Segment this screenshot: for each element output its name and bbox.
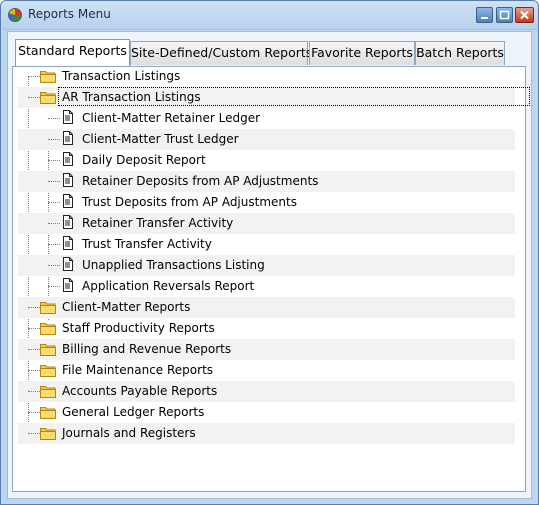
maximize-icon bbox=[499, 10, 510, 20]
tree-item-label: Client-Matter Retainer Ledger bbox=[82, 111, 261, 125]
folder-icon bbox=[40, 321, 56, 338]
tree-folder-item[interactable]: File Maintenance Reports bbox=[18, 360, 515, 381]
tree-folder-item[interactable]: Journals and Registers bbox=[18, 423, 515, 444]
tree-report-item[interactable]: Daily Deposit Report bbox=[18, 150, 515, 171]
tree-item-label: Accounts Payable Reports bbox=[62, 384, 218, 398]
tree-item-label: Retainer Deposits from AP Adjustments bbox=[82, 174, 319, 188]
tree-report-item[interactable]: Client-Matter Retainer Ledger bbox=[18, 108, 515, 129]
report-document-icon bbox=[62, 257, 74, 274]
close-icon bbox=[520, 10, 529, 20]
maximize-button[interactable] bbox=[496, 7, 513, 23]
folder-icon bbox=[40, 363, 56, 380]
tree-item-label: Billing and Revenue Reports bbox=[62, 342, 232, 356]
report-tree[interactable]: Transaction Listings AR Transaction Listi… bbox=[18, 66, 530, 446]
tree-folder-item[interactable]: Accounts Payable Reports bbox=[18, 381, 515, 402]
window-title: Reports Menu bbox=[28, 7, 111, 21]
tree-item-label: Journals and Registers bbox=[62, 426, 196, 440]
title-bar[interactable]: Reports Menu bbox=[1, 1, 538, 30]
tree-report-item[interactable]: Retainer Transfer Activity bbox=[18, 213, 515, 234]
report-document-icon bbox=[62, 215, 74, 232]
tree-item-label: Unapplied Transactions Listing bbox=[82, 258, 265, 272]
tree-folder-item[interactable]: AR Transaction Listings bbox=[18, 87, 530, 108]
client-area: Standard Reports Site-Defined/Custom Rep… bbox=[7, 31, 532, 499]
tree-item-label: Trust Deposits from AP Adjustments bbox=[82, 195, 297, 209]
minimize-icon bbox=[481, 17, 488, 19]
tab-favorite-reports[interactable]: Favorite Reports bbox=[309, 41, 415, 65]
folder-icon bbox=[40, 405, 56, 422]
tab-site-defined-custom-reports[interactable]: Site-Defined/Custom Reports bbox=[130, 41, 312, 65]
folder-icon bbox=[40, 426, 56, 443]
tree-item-label: Client-Matter Reports bbox=[62, 300, 191, 314]
report-document-icon bbox=[62, 173, 74, 190]
tree-report-item[interactable]: Trust Transfer Activity bbox=[18, 234, 515, 255]
tree-item-label: File Maintenance Reports bbox=[62, 363, 214, 377]
report-document-icon bbox=[62, 278, 74, 295]
folder-icon bbox=[40, 69, 56, 86]
close-button[interactable] bbox=[515, 7, 534, 23]
tree-folder-item[interactable]: General Ledger Reports bbox=[18, 402, 515, 423]
tab-batch-reports[interactable]: Batch Reports bbox=[415, 41, 505, 65]
folder-icon bbox=[40, 384, 56, 401]
report-document-icon bbox=[62, 131, 74, 148]
report-document-icon bbox=[62, 236, 74, 253]
tree-item-label: Daily Deposit Report bbox=[82, 153, 206, 167]
tree-item-label: Client-Matter Trust Ledger bbox=[82, 132, 239, 146]
tree-item-label: Application Reversals Report bbox=[82, 279, 255, 293]
tree-item-label: General Ledger Reports bbox=[62, 405, 205, 419]
tab-standard-reports[interactable]: Standard Reports bbox=[15, 39, 130, 66]
tree-folder-item[interactable]: Transaction Listings bbox=[18, 66, 515, 87]
tree-report-item[interactable]: Client-Matter Trust Ledger bbox=[18, 129, 515, 150]
tree-item-label: Trust Transfer Activity bbox=[82, 237, 212, 251]
tree-report-item[interactable]: Trust Deposits from AP Adjustments bbox=[18, 192, 515, 213]
tree-folder-item[interactable]: Billing and Revenue Reports bbox=[18, 339, 515, 360]
tree-item-label: Staff Productivity Reports bbox=[62, 321, 215, 335]
tree-item-label: Retainer Transfer Activity bbox=[82, 216, 234, 230]
report-document-icon bbox=[62, 110, 74, 127]
folder-icon bbox=[40, 90, 56, 107]
report-app-icon bbox=[8, 8, 22, 22]
minimize-button[interactable] bbox=[476, 7, 493, 23]
tree-folder-item[interactable]: Client-Matter Reports bbox=[18, 297, 515, 318]
folder-icon bbox=[40, 342, 56, 359]
tree-report-item[interactable]: Retainer Deposits from AP Adjustments bbox=[18, 171, 515, 192]
tree-folder-item[interactable]: Staff Productivity Reports bbox=[18, 318, 515, 339]
reports-menu-window: Reports Menu Standard Reports Site-Defin… bbox=[0, 0, 539, 505]
report-document-icon bbox=[62, 194, 74, 211]
tree-item-label: Transaction Listings bbox=[62, 69, 181, 83]
report-document-icon bbox=[62, 152, 74, 169]
folder-icon bbox=[40, 300, 56, 317]
focus-rectangle bbox=[58, 87, 530, 106]
tree-report-item[interactable]: Unapplied Transactions Listing bbox=[18, 255, 515, 276]
tree-report-item[interactable]: Application Reversals Report bbox=[18, 276, 515, 297]
